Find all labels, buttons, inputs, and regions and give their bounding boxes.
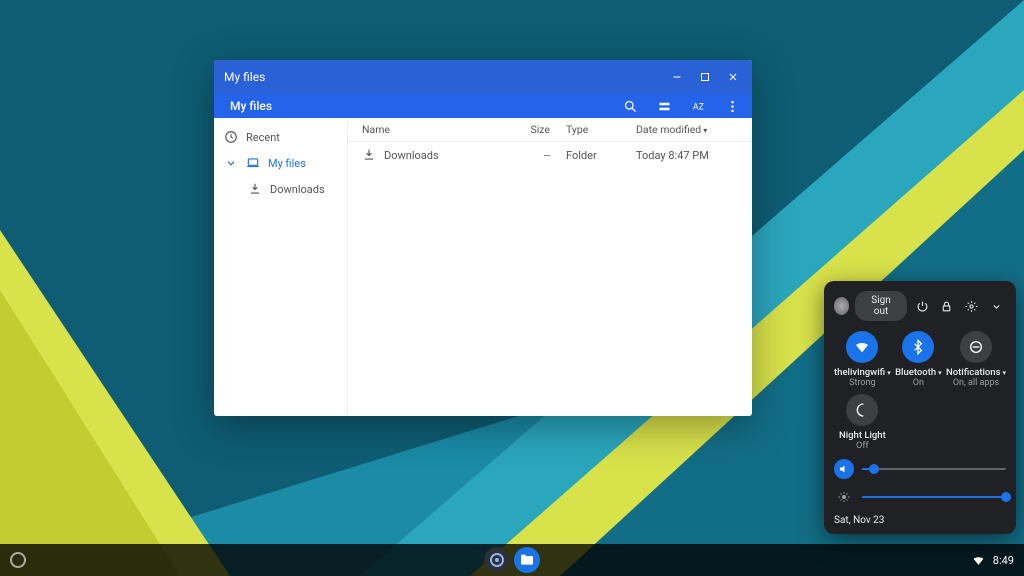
window-maximize-button[interactable] (696, 68, 714, 86)
power-button[interactable] (913, 295, 932, 317)
files-app-icon[interactable] (514, 547, 540, 573)
sign-out-button[interactable]: Sign out (855, 291, 906, 321)
row-size: -- (502, 149, 550, 162)
col-type[interactable]: Type (550, 123, 620, 136)
view-toggle-button[interactable] (654, 96, 674, 116)
chevron-down-icon (224, 156, 238, 170)
sidebar-item-label: Recent (246, 131, 280, 144)
qs-tile-wifi[interactable]: thelivingwifi▾ Strong (834, 331, 891, 388)
dnd-icon (960, 331, 992, 363)
window-close-button[interactable] (724, 68, 742, 86)
files-sidebar: Recent My files Downloads (214, 118, 348, 416)
shelf-time: 8:49 (993, 554, 1014, 567)
quick-settings-panel: Sign out thelivingwifi▾ Strong Bluetooth… (824, 281, 1016, 534)
download-icon (248, 182, 262, 196)
brightness-icon (834, 487, 854, 507)
qs-tile-dnd[interactable]: Notifications▾ On, all apps (946, 331, 1006, 388)
chrome-app-icon[interactable] (484, 547, 510, 573)
files-toolbar: My files AZ (214, 94, 752, 118)
sidebar-item-label: My files (268, 157, 306, 170)
sidebar-item-recent[interactable]: Recent (214, 124, 347, 150)
sort-caret-icon: ▾ (703, 126, 707, 135)
sort-button[interactable]: AZ (688, 96, 708, 116)
brightness-slider[interactable] (834, 487, 1006, 507)
col-size[interactable]: Size (502, 123, 550, 136)
wifi-status-icon (972, 554, 985, 567)
window-minimize-button[interactable] (668, 68, 686, 86)
col-name[interactable]: Name (362, 123, 502, 136)
lock-button[interactable] (937, 295, 956, 317)
svg-text:AZ: AZ (692, 102, 703, 112)
avatar[interactable] (834, 297, 849, 315)
qs-tile-bt[interactable]: Bluetooth▾ On (895, 331, 942, 388)
sidebar-item-myfiles[interactable]: My files (214, 150, 347, 176)
quick-settings-date: Sat, Nov 23 (834, 515, 1006, 526)
launcher-button[interactable] (10, 552, 26, 568)
more-menu-button[interactable] (722, 96, 742, 116)
download-icon (362, 148, 376, 162)
clock-icon (224, 130, 238, 144)
window-titlebar[interactable]: My files (214, 60, 752, 94)
shelf: 8:49 (0, 544, 1024, 576)
table-row[interactable]: Downloads -- Folder Today 8:47 PM (348, 142, 752, 168)
volume-icon (834, 459, 854, 479)
qs-tile-night[interactable]: Night Light Off (834, 394, 891, 451)
status-area[interactable]: 8:49 (972, 554, 1014, 567)
collapse-button[interactable] (987, 295, 1006, 317)
sidebar-item-label: Downloads (270, 183, 325, 196)
night-icon (846, 394, 878, 426)
window-title: My files (224, 70, 265, 84)
column-headers: Name Size Type Date modified▾ (348, 118, 752, 142)
sidebar-item-downloads[interactable]: Downloads (214, 176, 347, 202)
files-window: My files My files AZ Recent My files (214, 60, 752, 416)
row-type: Folder (550, 149, 620, 162)
toolbar-title: My files (224, 99, 272, 113)
laptop-icon (246, 156, 260, 170)
col-date[interactable]: Date modified▾ (620, 123, 738, 136)
files-main: Name Size Type Date modified▾ Downloads … (348, 118, 752, 416)
row-name: Downloads (384, 149, 439, 162)
bt-icon (902, 331, 934, 363)
volume-slider[interactable] (834, 459, 1006, 479)
settings-button[interactable] (962, 295, 981, 317)
search-button[interactable] (620, 96, 640, 116)
row-date: Today 8:47 PM (620, 149, 738, 162)
wifi-icon (846, 331, 878, 363)
